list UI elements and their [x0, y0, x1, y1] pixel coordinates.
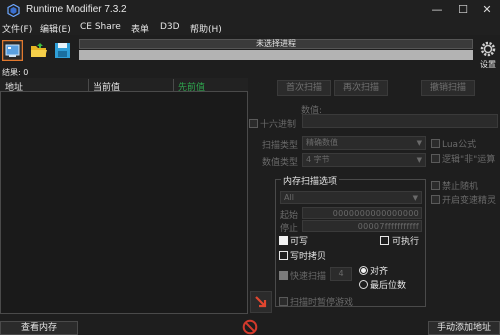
lua-formula-checkbox[interactable] — [431, 139, 440, 148]
settings-label[interactable]: 设置 — [480, 59, 496, 70]
memory-scan-options-title: 内存扫描选项 — [281, 174, 340, 187]
undo-scan-button[interactable]: 撤销扫描 — [421, 80, 475, 96]
first-scan-button[interactable]: 首次扫描 — [277, 80, 331, 96]
no-random-checkbox[interactable] — [431, 181, 440, 190]
menu-edit[interactable]: 编辑(E) — [40, 22, 71, 35]
column-divider[interactable] — [88, 79, 89, 92]
hex-label: 十六进制 — [260, 120, 297, 130]
pause-game-label: 扫描时暂停游戏 — [290, 298, 354, 308]
stop-address-input[interactable]: 00007fffffffffff — [302, 220, 422, 232]
menu-bar — [0, 21, 500, 35]
value-input[interactable] — [302, 114, 498, 128]
executable-label: 可执行 — [392, 237, 420, 247]
menu-ce-share[interactable]: CE Share — [80, 22, 121, 32]
results-list[interactable] — [0, 78, 248, 314]
process-name-field: 未选择进程 — [79, 39, 473, 49]
chevron-down-icon: ▼ — [416, 156, 422, 164]
scan-progress-bar — [79, 50, 473, 60]
last-digits-radio[interactable] — [359, 280, 368, 289]
select-process-icon[interactable] — [2, 40, 23, 61]
fast-scan-checkbox[interactable] — [279, 271, 288, 280]
start-address-input[interactable]: 0000000000000000 — [302, 207, 422, 219]
add-to-list-arrow-icon[interactable] — [250, 291, 272, 313]
column-value[interactable]: 当前值 — [93, 80, 120, 93]
writable-checkbox[interactable] — [279, 236, 288, 245]
settings-icon[interactable] — [479, 40, 497, 58]
copy-on-write-checkbox[interactable] — [279, 251, 288, 260]
column-divider[interactable] — [173, 79, 174, 92]
not-operator-checkbox[interactable] — [431, 154, 440, 163]
stop-icon[interactable] — [242, 319, 258, 335]
column-address[interactable]: 地址 — [5, 80, 23, 93]
memory-region-value: All — [284, 193, 294, 202]
hex-checkbox[interactable] — [249, 119, 258, 128]
start-address-label: 起始 — [280, 211, 299, 221]
scan-type-label: 扫描类型 — [262, 141, 299, 151]
window-title: Runtime Modifier 7.3.2 — [26, 4, 127, 15]
writable-label: 可写 — [290, 237, 309, 247]
fast-scan-label: 快速扫描 — [290, 272, 327, 282]
memory-region-select[interactable]: All ▼ — [280, 191, 422, 204]
value-type-value: 4 字节 — [306, 155, 330, 164]
copy-on-write-label: 写时拷贝 — [290, 252, 327, 262]
scan-type-select[interactable]: 精确数值 ▼ — [302, 136, 426, 150]
pause-game-checkbox[interactable] — [279, 297, 288, 306]
view-memory-button[interactable]: 查看内存 — [0, 321, 78, 335]
save-disk-icon[interactable] — [52, 40, 73, 61]
stop-address-label: 停止 — [280, 224, 299, 234]
speedhack-label: 开启变速精灵 — [442, 196, 497, 206]
maximize-button[interactable]: ☐ — [452, 2, 474, 18]
app-logo-icon — [7, 4, 20, 17]
speedhack-checkbox[interactable] — [431, 195, 440, 204]
not-operator-label: 逻辑"非"运算 — [442, 155, 496, 165]
lua-formula-label: Lua公式 — [442, 140, 477, 150]
minimize-button[interactable]: — — [426, 2, 448, 18]
align-label: 对齐 — [370, 267, 389, 277]
menu-help[interactable]: 帮助(H) — [190, 22, 222, 35]
found-count: 结果: 0 — [2, 68, 29, 77]
chevron-down-icon: ▼ — [412, 194, 418, 202]
last-digits-label: 最后位数 — [370, 281, 407, 291]
next-scan-button[interactable]: 再次扫描 — [334, 80, 388, 96]
value-type-label: 数值类型 — [262, 158, 299, 168]
menu-forms[interactable]: 表单 — [131, 22, 149, 35]
no-random-label: 禁止随机 — [442, 182, 479, 192]
results-header — [0, 78, 248, 92]
align-radio[interactable] — [359, 266, 368, 275]
column-previous[interactable]: 先前值 — [178, 80, 205, 93]
open-folder-icon[interactable] — [28, 40, 49, 61]
scan-type-value: 精确数值 — [306, 138, 338, 147]
menu-file[interactable]: 文件(F) — [2, 22, 32, 35]
fast-scan-alignment-input[interactable]: 4 — [330, 267, 352, 281]
value-type-select[interactable]: 4 字节 ▼ — [302, 153, 426, 167]
add-address-manually-button[interactable]: 手动添加地址 — [428, 321, 500, 335]
menu-d3d[interactable]: D3D — [160, 22, 180, 32]
executable-checkbox[interactable] — [380, 236, 389, 245]
close-button[interactable]: ✕ — [476, 2, 498, 18]
chevron-down-icon: ▼ — [416, 139, 422, 147]
